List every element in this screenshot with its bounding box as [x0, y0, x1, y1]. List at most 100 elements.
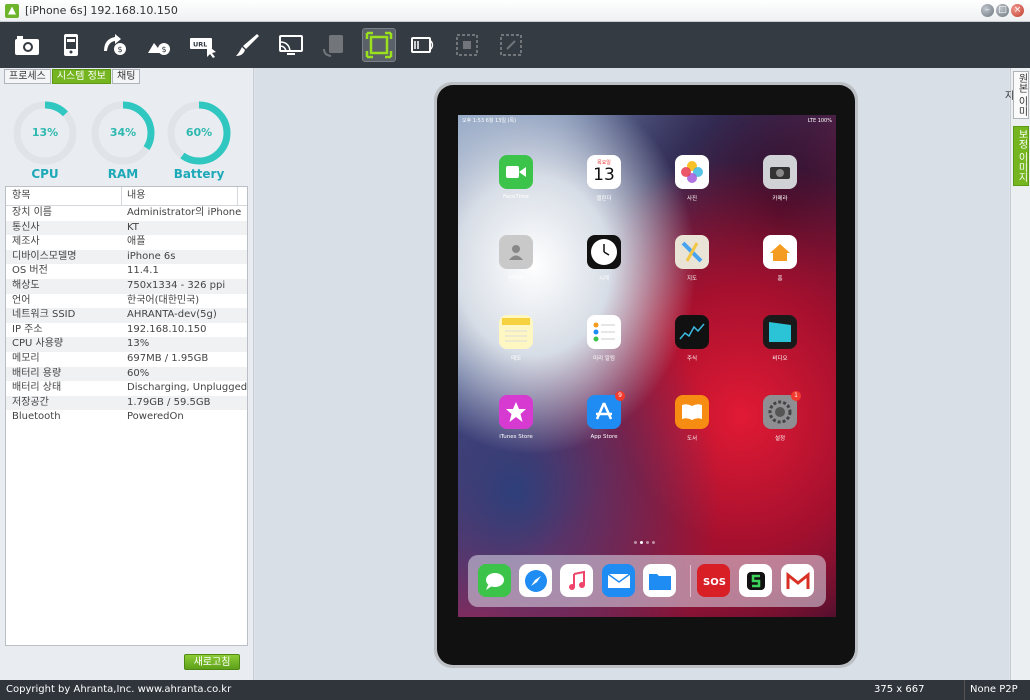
row-value: 11.4.1 [127, 265, 159, 277]
maps-icon [675, 235, 709, 269]
settings-icon: 1 [763, 391, 801, 429]
camera-icon [763, 155, 797, 189]
toolbar: $ $ URL [0, 22, 1030, 68]
safari-icon[interactable] [519, 564, 552, 597]
row-value: iPhone 6s [127, 250, 176, 262]
table-row[interactable]: 배터리 용량 60% [6, 366, 247, 382]
cpu-gauge: 13% CPU [10, 98, 80, 181]
tab-process[interactable]: 프로세스 [4, 69, 51, 84]
crop-icon [456, 34, 478, 56]
app-label: 미리 알림 [593, 356, 615, 362]
maximize-button[interactable]: □ [996, 4, 1009, 17]
tab-chat[interactable]: 채팅 [112, 69, 141, 84]
app-home[interactable]: 홈 [750, 235, 810, 282]
table-row[interactable]: CPU 사용량 13% [6, 337, 247, 352]
table-row[interactable]: 디바이스모델명 iPhone 6s [6, 249, 247, 265]
left-tabs: 프로세스 시스템 정보 채팅 [4, 69, 141, 84]
table-row[interactable]: 통신사 KT [6, 220, 247, 236]
row-value: Discharging, Unplugged [127, 382, 248, 394]
tab-corrected-image[interactable]: 보정 이미지 [1013, 126, 1029, 186]
app-label: 주식 [686, 356, 698, 362]
device-screen[interactable]: 오후 1:53 6월 13일 (목) LTE 100% FaceTime 목요일 1… [458, 115, 836, 617]
app-videos[interactable]: 비디오 [750, 315, 810, 362]
notes-icon [499, 315, 533, 349]
tab-system-info[interactable]: 시스템 정보 [51, 69, 111, 84]
app-camera[interactable]: 카메라 [750, 155, 810, 202]
page-dots [634, 541, 655, 544]
app-maps[interactable]: 지도 [662, 235, 722, 282]
s-app-icon[interactable] [739, 564, 772, 597]
app-contacts[interactable]: 연락처 [486, 235, 546, 282]
header-content[interactable]: 내용 [122, 187, 238, 205]
crop-button-1[interactable] [450, 28, 484, 62]
brush-button[interactable] [230, 28, 264, 62]
files-icon[interactable] [643, 564, 676, 597]
table-row[interactable]: IP 주소 192.168.10.150 [6, 323, 247, 338]
facetime-icon [499, 155, 533, 189]
title-bar: [iPhone 6s] 192.168.10.150 – □ × [0, 0, 1030, 22]
app-itunes-store[interactable]: iTunes Store [486, 395, 546, 440]
mail-icon[interactable] [602, 564, 635, 597]
brush-icon [236, 34, 259, 56]
app-settings[interactable]: 1 설정 [750, 391, 810, 442]
refresh-button[interactable]: 새로고침 [184, 654, 240, 670]
row-value: 한국어(대한민국) [127, 294, 200, 306]
table-row[interactable]: OS 버전 11.4.1 [6, 264, 247, 279]
row-value: 192.168.10.150 [127, 323, 207, 335]
table-row[interactable]: 메모리 697MB / 1.95GB [6, 352, 247, 367]
row-key: CPU 사용량 [12, 338, 64, 350]
table-row[interactable]: 제조사 애플 [6, 235, 247, 250]
app-facetime[interactable]: FaceTime [486, 155, 546, 200]
remote-capture-button-1[interactable]: $ [98, 28, 132, 62]
minimize-button[interactable]: – [981, 4, 994, 17]
table-row[interactable]: 장치 이름 Administrator의 iPhone [6, 206, 247, 221]
gauges: 13% CPU 34% RAM 60% Battery [10, 98, 244, 181]
table-row[interactable]: 해상도 750x1334 - 326 ppi [6, 278, 247, 294]
app-app-store[interactable]: 9 App Store [574, 391, 634, 440]
table-row[interactable]: 배터리 상태 Discharging, Unplugged [6, 381, 247, 396]
row-value: 1.79GB / 59.5GB [127, 396, 211, 408]
dock: SOS [468, 555, 826, 607]
row-value: AHRANTA-dev(5g) [127, 309, 217, 321]
row-key: 배터리 상태 [12, 382, 62, 394]
row-value: KT [127, 221, 139, 233]
table-row[interactable]: Bluetooth PoweredOn [6, 410, 247, 425]
app-reminders[interactable]: 미리 알림 [574, 315, 634, 362]
app-books[interactable]: 도서 [662, 395, 722, 442]
device-phone-button[interactable] [54, 28, 88, 62]
app-calendar[interactable]: 목요일 13 캘린더 [574, 155, 634, 202]
table-row[interactable]: 네트워크 SSID AHRANTA-dev(5g) [6, 308, 247, 323]
crop-alt-icon [500, 34, 522, 56]
header-item[interactable]: 항목 [6, 187, 122, 205]
table-row[interactable]: 언어 한국어(대한민국) [6, 294, 247, 309]
gmail-icon[interactable] [781, 564, 814, 597]
status-bar: Copyright by Ahranta,Inc. www.ahranta.co… [0, 680, 1030, 700]
table-row[interactable]: 저장공간 1.79GB / 59.5GB [6, 395, 247, 411]
fullscreen-button[interactable] [406, 28, 440, 62]
videos-icon [763, 315, 797, 349]
app-label: FaceTime [503, 194, 529, 200]
screen-mirror-button[interactable] [274, 28, 308, 62]
rotate-button[interactable] [318, 28, 352, 62]
sos-icon[interactable]: SOS [697, 564, 730, 597]
ram-label: RAM [107, 167, 139, 181]
row-key: 제조사 [12, 236, 40, 248]
tab-original-image[interactable]: 원본 이미지 [1002, 71, 1029, 119]
row-value: PoweredOn [127, 411, 184, 423]
row-key: 배터리 용량 [12, 367, 62, 379]
app-stocks[interactable]: 주식 [662, 315, 722, 362]
app-photos[interactable]: 사진 [662, 155, 722, 202]
remote-capture-button-2[interactable]: $ [142, 28, 176, 62]
app-clock[interactable]: 시계 [574, 235, 634, 282]
svg-text:URL: URL [193, 41, 207, 49]
row-key: 저장공간 [12, 396, 49, 408]
app-notes[interactable]: 메모 [486, 315, 546, 362]
close-button[interactable]: × [1011, 4, 1024, 17]
fit-screen-button[interactable] [362, 28, 396, 62]
crop-button-2[interactable] [494, 28, 528, 62]
notification-badge: 9 [615, 391, 625, 401]
screenshot-camera-button[interactable] [10, 28, 44, 62]
messages-icon[interactable] [478, 564, 511, 597]
music-icon[interactable] [560, 564, 593, 597]
url-input-button[interactable]: URL [186, 28, 220, 62]
